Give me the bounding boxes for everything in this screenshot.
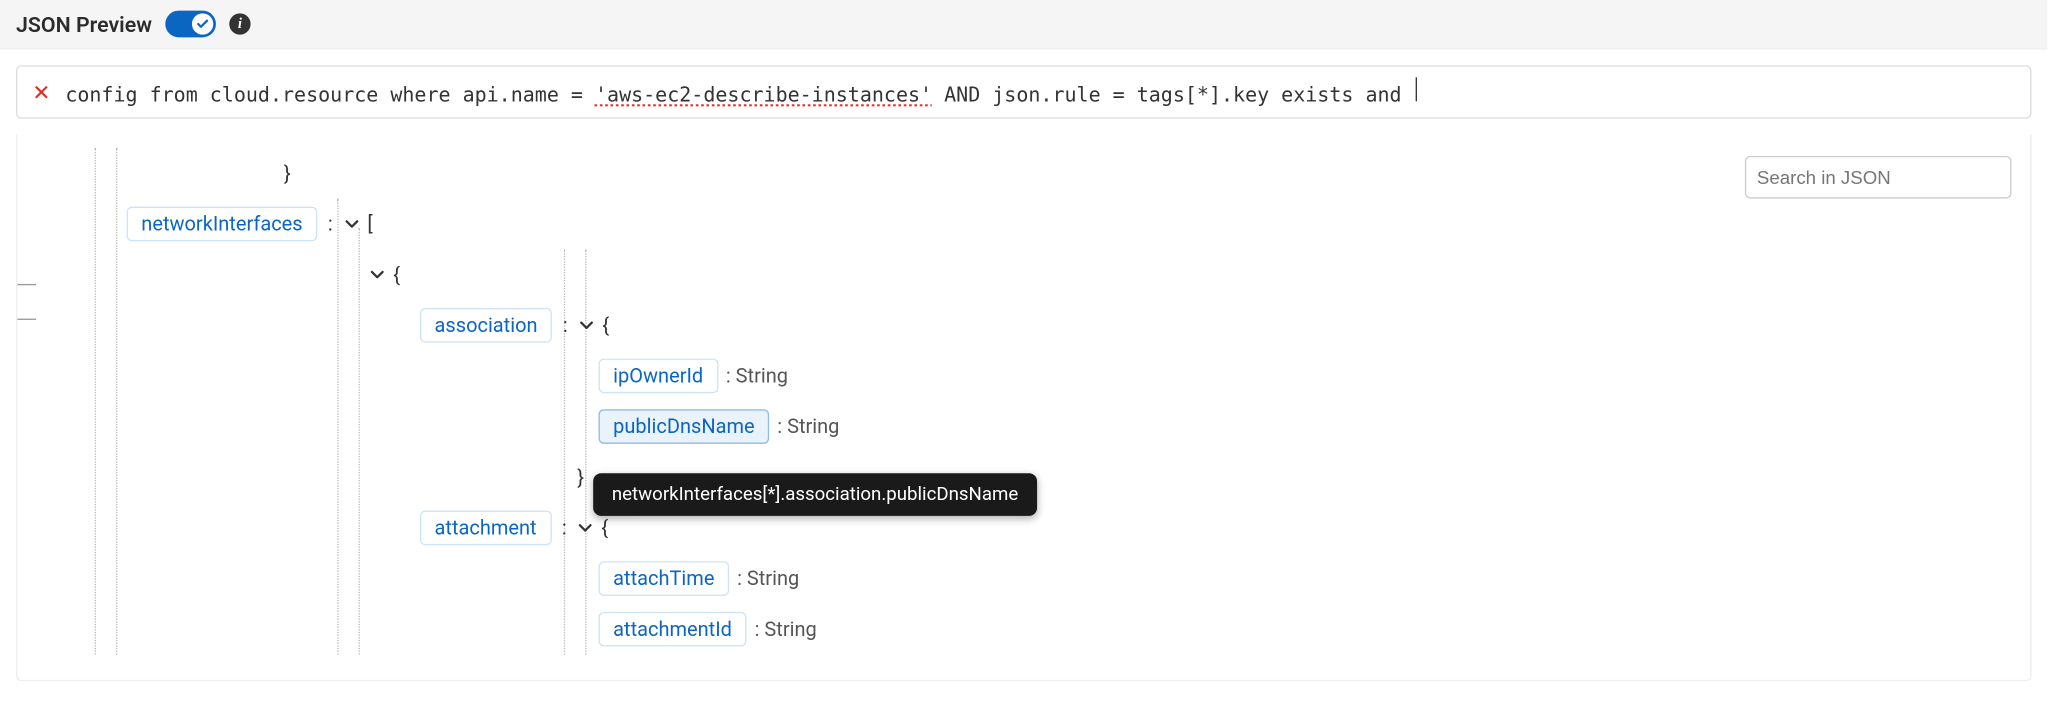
key-attachmentId[interactable]: attachmentId (599, 612, 747, 647)
brace-open: { (601, 516, 608, 540)
brace-close: } (284, 161, 291, 185)
toggle-knob (192, 13, 213, 34)
brace-open: { (602, 313, 609, 337)
type-label: : String (755, 617, 817, 641)
query-suffix: AND json.rule = tags[*].key exists and (932, 83, 1414, 107)
tree-row-close: } (71, 148, 2017, 199)
tree-row-array-item: { (71, 249, 2017, 300)
tree-row-association-close: } (71, 452, 2017, 503)
header-bar: JSON Preview i (0, 0, 2047, 49)
colon: : (563, 313, 568, 337)
bracket-open: [ (367, 212, 372, 236)
key-attachTime[interactable]: attachTime (599, 561, 730, 596)
key-networkInterfaces[interactable]: networkInterfaces (127, 207, 318, 242)
chevron-down-icon[interactable] (341, 213, 362, 234)
brace-open: { (393, 263, 400, 287)
info-icon[interactable]: i (229, 13, 250, 34)
chevron-down-icon[interactable] (576, 315, 597, 336)
chevron-down-icon[interactable] (367, 264, 388, 285)
type-label: : String (737, 567, 799, 591)
json-tree-panel: } networkInterfaces : [ { association : … (16, 135, 2031, 682)
tree-row-attachmentId: attachmentId : String (71, 604, 2017, 655)
query-string-literal: 'aws-ec2-describe-instances' (595, 83, 932, 107)
clear-query-icon[interactable]: ✕ (31, 79, 52, 104)
chevron-down-icon[interactable] (575, 517, 596, 538)
text-cursor (1416, 77, 1417, 101)
left-edge-ticks (17, 261, 36, 330)
page-title: JSON Preview (16, 11, 152, 36)
query-prefix: config from cloud.resource where api.nam… (65, 83, 595, 107)
tree-row-networkInterfaces: networkInterfaces : [ (71, 199, 2017, 250)
colon: : (328, 212, 333, 236)
key-ipOwnerId[interactable]: ipOwnerId (599, 359, 718, 394)
colon: : (562, 516, 567, 540)
brace-close: } (577, 465, 584, 489)
key-publicDnsName[interactable]: publicDnsName (599, 409, 770, 444)
tree-row-attachment: attachment : { (71, 503, 2017, 554)
tree-row-attachTime: attachTime : String (71, 553, 2017, 604)
json-preview-toggle[interactable] (165, 11, 216, 38)
tree-row-ipOwnerId: ipOwnerId : String (71, 351, 2017, 402)
type-label: : String (726, 364, 788, 388)
type-label: : String (777, 415, 839, 439)
key-attachment[interactable]: attachment (420, 511, 551, 546)
tree-row-association: association : { (71, 300, 2017, 351)
query-input-bar[interactable]: ✕ config from cloud.resource where api.n… (16, 65, 2031, 118)
query-text: config from cloud.resource where api.nam… (65, 77, 1417, 106)
json-tree: } networkInterfaces : [ { association : … (71, 148, 2017, 655)
key-association[interactable]: association (420, 308, 552, 343)
tree-row-publicDnsName: publicDnsName : String (71, 401, 2017, 452)
